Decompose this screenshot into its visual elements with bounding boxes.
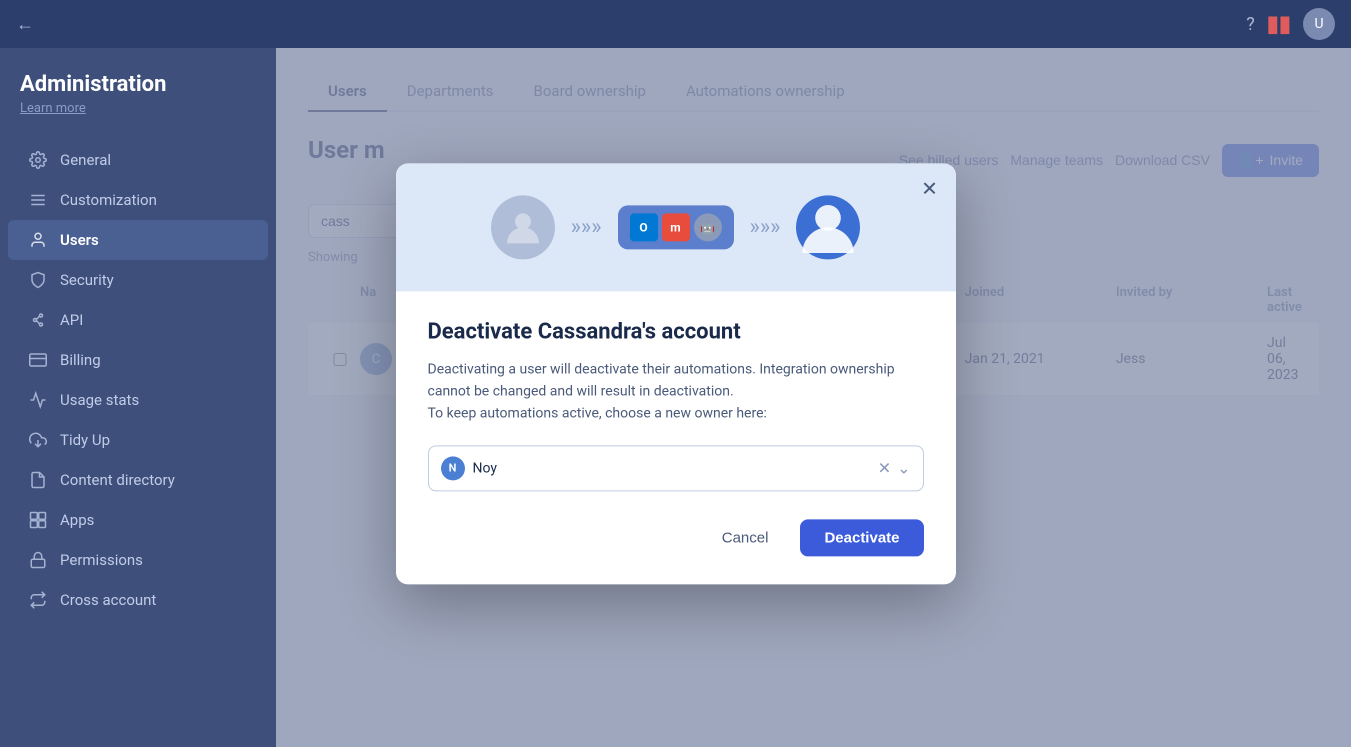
sidebar-item-tidy-up-label: Tidy Up	[60, 431, 110, 449]
tidy-up-icon	[28, 430, 48, 450]
sidebar-item-usage-stats[interactable]: Usage stats	[8, 380, 268, 420]
sidebar-item-api-label: API	[60, 311, 83, 329]
sidebar-item-usage-stats-label: Usage stats	[60, 391, 139, 409]
gear-icon	[28, 150, 48, 170]
illus-apps-box: O m 🤖	[618, 205, 734, 249]
avatar[interactable]: U	[1303, 8, 1335, 40]
selected-user-name: Noy	[473, 460, 870, 476]
content-directory-icon	[28, 470, 48, 490]
illus-outlook-icon: O	[630, 213, 658, 241]
sidebar-item-permissions-label: Permissions	[60, 551, 143, 569]
sidebar-item-general-label: General	[60, 151, 111, 169]
illus-monday-icon: m	[662, 213, 690, 241]
billing-icon	[28, 350, 48, 370]
sidebar-item-cross-account[interactable]: Cross account	[8, 580, 268, 620]
customization-icon	[28, 190, 48, 210]
sidebar-item-users-label: Users	[60, 231, 99, 249]
topbar-left: ←	[16, 14, 34, 35]
modal-footer: Cancel Deactivate	[428, 519, 924, 556]
clear-icon[interactable]: ✕	[878, 459, 891, 478]
sidebar-item-apps-label: Apps	[60, 511, 94, 529]
lock-icon	[28, 550, 48, 570]
sidebar-item-customization-label: Customization	[60, 191, 157, 209]
sidebar-item-general[interactable]: General	[8, 140, 268, 180]
sidebar-item-security-label: Security	[60, 271, 114, 289]
api-icon	[28, 310, 48, 330]
deactivate-button[interactable]: Deactivate	[800, 519, 923, 556]
sidebar: Administration Learn more General Custom…	[0, 48, 276, 747]
sidebar-item-api[interactable]: API	[8, 300, 268, 340]
illus-inactive-person	[491, 195, 555, 259]
brand-icon: ▮▮	[1267, 12, 1291, 37]
dropdown-controls: ✕ ⌄	[878, 459, 911, 478]
illus-robot-icon: 🤖	[694, 213, 722, 241]
illus-active-person	[796, 195, 860, 259]
illus-arrows-right: »»»	[750, 214, 781, 239]
close-icon: ✕	[921, 176, 938, 201]
topbar-right: ? ▮▮ U	[1246, 8, 1335, 40]
cross-account-icon	[28, 590, 48, 610]
sidebar-item-permissions[interactable]: Permissions	[8, 540, 268, 580]
sidebar-item-cross-account-label: Cross account	[60, 591, 156, 609]
back-icon[interactable]: ←	[16, 14, 34, 35]
sidebar-item-billing-label: Billing	[60, 351, 101, 369]
owner-dropdown[interactable]: N Noy ✕ ⌄	[428, 445, 924, 491]
sidebar-item-security[interactable]: Security	[8, 260, 268, 300]
deactivate-modal: ✕ »»» O m 🤖 »»»	[396, 163, 956, 584]
selected-user-avatar: N	[441, 456, 465, 480]
sidebar-title: Administration	[0, 72, 276, 101]
apps-icon	[28, 510, 48, 530]
sidebar-learn-more[interactable]: Learn more	[0, 101, 276, 140]
modal-description: Deactivating a user will deactivate thei…	[428, 358, 924, 425]
sidebar-item-tidy-up[interactable]: Tidy Up	[8, 420, 268, 460]
cancel-button[interactable]: Cancel	[702, 519, 789, 556]
shield-icon	[28, 270, 48, 290]
usage-stats-icon	[28, 390, 48, 410]
users-icon	[28, 230, 48, 250]
modal-title: Deactivate Cassandra's account	[428, 319, 924, 344]
sidebar-item-billing[interactable]: Billing	[8, 340, 268, 380]
modal-close-button[interactable]: ✕	[916, 175, 944, 203]
modal-illustration: ✕ »»» O m 🤖 »»»	[396, 163, 956, 291]
sidebar-item-customization[interactable]: Customization	[8, 180, 268, 220]
modal-body: Deactivate Cassandra's account Deactivat…	[396, 291, 956, 584]
sidebar-item-content-directory-label: Content directory	[60, 471, 175, 489]
sidebar-item-users[interactable]: Users	[8, 220, 268, 260]
sidebar-item-content-directory[interactable]: Content directory	[8, 460, 268, 500]
topbar: ← ? ▮▮ U	[0, 0, 1351, 48]
chevron-down-icon[interactable]: ⌄	[897, 459, 910, 478]
illus-arrows-left: »»»	[571, 214, 602, 239]
sidebar-item-apps[interactable]: Apps	[8, 500, 268, 540]
help-icon[interactable]: ?	[1246, 14, 1255, 35]
